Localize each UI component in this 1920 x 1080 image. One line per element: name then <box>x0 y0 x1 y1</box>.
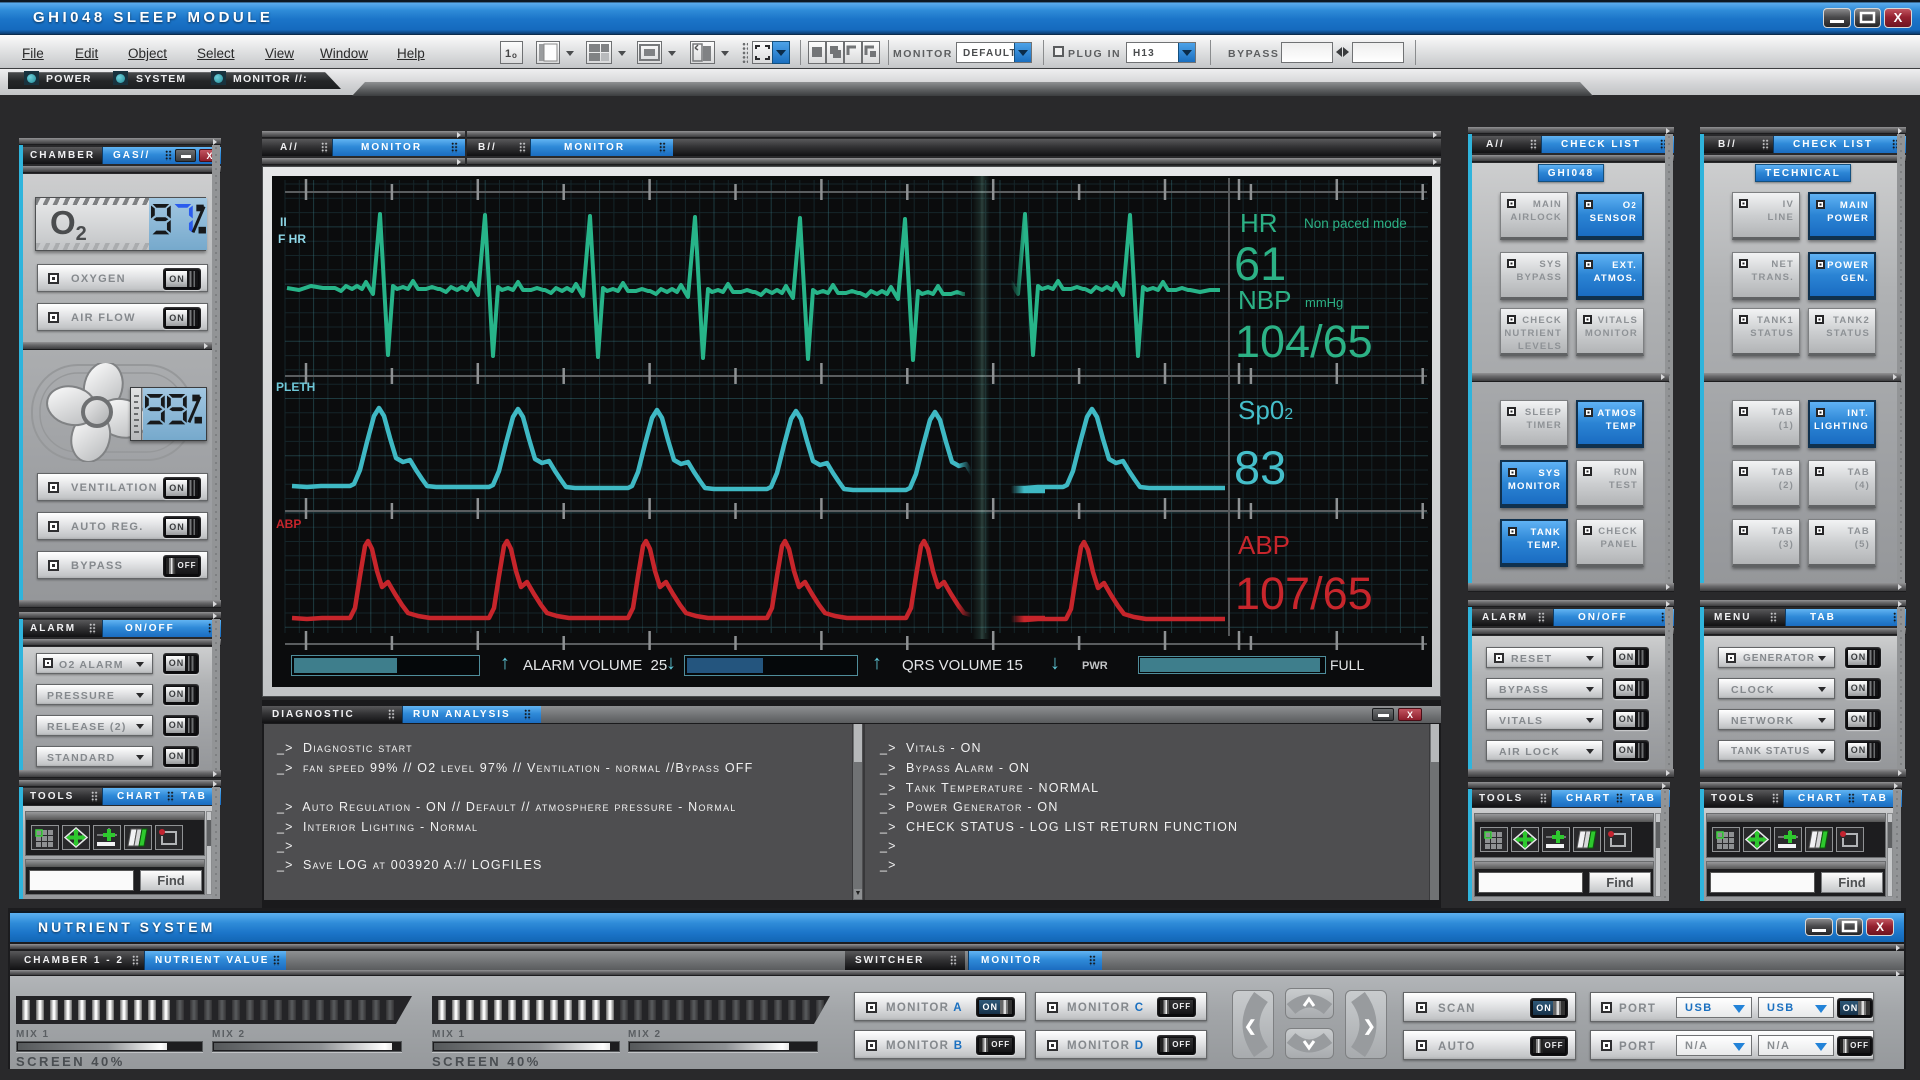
svg-text:ABP: ABP <box>276 517 301 531</box>
svg-text:❯: ❯ <box>1363 1018 1376 1035</box>
svg-text:o: o <box>512 51 517 60</box>
svg-text:II: II <box>280 215 287 229</box>
svg-text:F HR: F HR <box>278 232 306 246</box>
svg-text:❮: ❮ <box>1244 1018 1257 1035</box>
svg-text:1: 1 <box>505 48 511 60</box>
svg-text:PLETH: PLETH <box>276 380 315 394</box>
